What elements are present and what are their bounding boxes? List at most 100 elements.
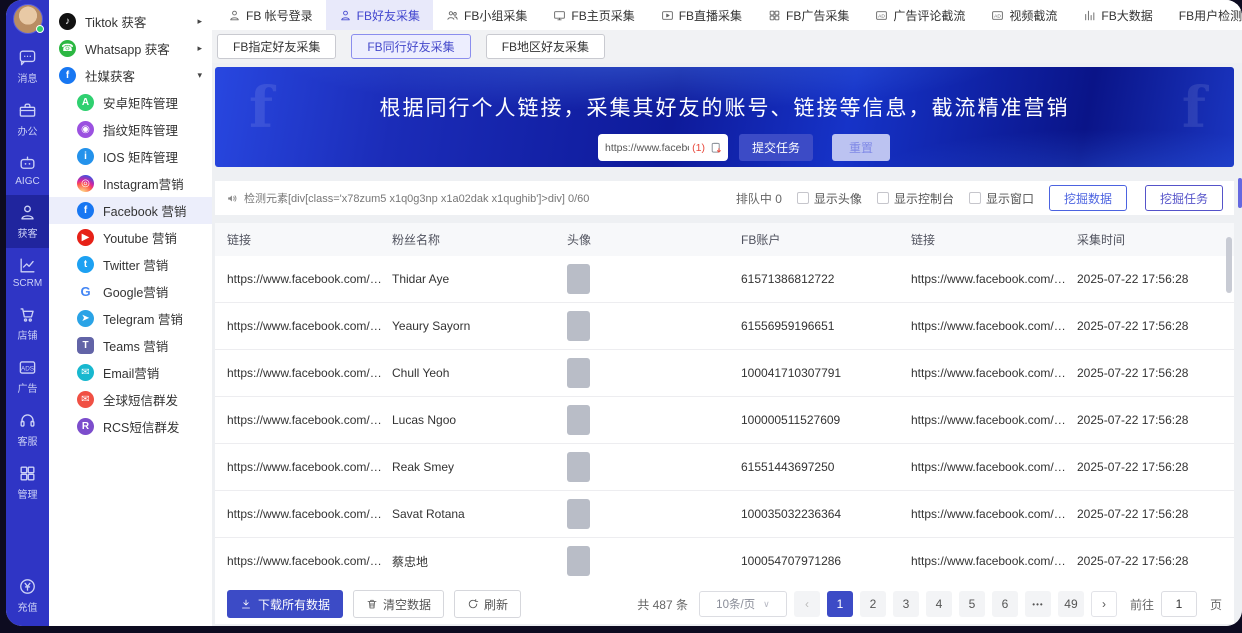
subtab-fb-specified-friend[interactable]: FB指定好友采集	[217, 34, 337, 59]
sidebar-item-teams[interactable]: T Teams 营销	[49, 332, 212, 359]
refresh-button[interactable]: 刷新	[454, 590, 522, 618]
cell-link2[interactable]: https://www.facebook.com/chull.yeoh	[911, 366, 1077, 380]
hero-banner: f f 根据同行个人链接，采集其好友的账号、链接等信息，截流精准营销 https…	[215, 67, 1234, 167]
paste-clipboard-icon[interactable]	[709, 141, 723, 155]
page-button-1[interactable]: 1	[826, 591, 853, 617]
tab-fb-friend-collect[interactable]: FB好友采集	[325, 0, 434, 30]
tab-fb-ads-collect[interactable]: FB广告采集	[755, 0, 862, 30]
page-button-5[interactable]: 5	[958, 591, 985, 617]
mine-data-button[interactable]: 挖掘数据	[1048, 185, 1127, 211]
page-size-select[interactable]: 10条/页 ∨	[698, 591, 787, 617]
show-window-checkbox[interactable]: 显示窗口	[968, 190, 1034, 207]
checkbox-icon[interactable]	[876, 192, 889, 204]
table-scrollbar-thumb[interactable]	[1226, 237, 1232, 293]
table-row[interactable]: https://www.facebook.com/profile.p... Lu…	[215, 397, 1234, 444]
sms-icon: ✉	[77, 391, 94, 408]
rail-item-manage[interactable]: 管理	[6, 456, 49, 509]
cell-link[interactable]: https://www.facebook.com/profile.p...	[227, 413, 392, 427]
cell-link2[interactable]: https://www.facebook.com/reak.sm...	[911, 460, 1077, 474]
table-row[interactable]: https://www.facebook.com/profile.p... Sa…	[215, 491, 1234, 538]
show-console-checkbox[interactable]: 显示控制台	[876, 190, 954, 207]
cell-link[interactable]: https://www.facebook.com/profile.p...	[227, 554, 392, 568]
rail-item-aigc[interactable]: AIGC	[6, 146, 49, 195]
sidebar-item-fingerprint-matrix[interactable]: ◉ 指纹矩阵管理	[49, 116, 212, 143]
sidebar-item-label: Youtube 营销	[103, 232, 177, 246]
sidebar-item-ios-matrix[interactable]: i IOS 矩阵管理	[49, 143, 212, 170]
subtab-fb-peer-friend[interactable]: FB同行好友采集	[351, 34, 471, 59]
tab-fb-big-data[interactable]: FB大数据	[1070, 0, 1165, 30]
checkbox-icon[interactable]	[796, 192, 809, 204]
sidebar-item-tiktok[interactable]: ♪ Tiktok 获客 ▸	[49, 8, 212, 35]
sidebar-item-global-sms[interactable]: ✉ 全球短信群发	[49, 386, 212, 413]
sidebar-item-google[interactable]: G Google营销	[49, 278, 212, 305]
sidebar-item-instagram[interactable]: ◎ Instagram营销	[49, 170, 212, 197]
refresh-label: 刷新	[484, 597, 509, 612]
chevron-down-icon: ∨	[763, 598, 770, 609]
avatar-placeholder	[567, 358, 590, 388]
rail-item-recharge[interactable]: 充值	[6, 569, 49, 626]
submit-task-button[interactable]: 提交任务	[739, 134, 814, 161]
cell-link2[interactable]: https://www.facebook.com/LucasN...	[911, 413, 1077, 427]
page-button-2[interactable]: 2	[859, 591, 886, 617]
prev-page-button[interactable]: ‹	[793, 591, 820, 617]
rail-item-messages[interactable]: 消息	[6, 40, 49, 93]
mine-task-button[interactable]: 挖掘任务	[1144, 185, 1223, 211]
cell-link2[interactable]: https://www.facebook.com/cai.zhon...	[911, 554, 1077, 568]
tab-label: FB好友采集	[356, 8, 421, 23]
clear-data-button[interactable]: 清空数据	[353, 590, 445, 618]
page-button-6[interactable]: 6	[991, 591, 1018, 617]
cell-link[interactable]: https://www.facebook.com/profile.p...	[227, 460, 392, 474]
tab-fb-live-collect[interactable]: FB直播采集	[648, 0, 755, 30]
table-row[interactable]: https://www.facebook.com/profile.p... Th…	[215, 256, 1234, 303]
accent-scrollbar-thumb[interactable]	[1238, 178, 1242, 208]
sidebar-item-twitter[interactable]: t Twitter 营销	[49, 251, 212, 278]
sidebar-item-android-matrix[interactable]: A 安卓矩阵管理	[49, 89, 212, 116]
page-button-49[interactable]: 49	[1057, 591, 1084, 617]
rail-item-shop[interactable]: 店铺	[6, 297, 49, 350]
page-button-3[interactable]: 3	[892, 591, 919, 617]
subtab-fb-region-friend[interactable]: FB地区好友采集	[485, 34, 606, 59]
sidebar-item-whatsapp[interactable]: ☎ Whatsapp 获客 ▸	[49, 35, 212, 62]
sidebar-item-youtube[interactable]: ▶ Youtube 营销	[49, 224, 212, 251]
cell-link[interactable]: https://www.facebook.com/profile.p...	[227, 272, 392, 286]
reset-button[interactable]: 重置	[832, 134, 891, 161]
tab-fb-user-active-check[interactable]: FB用户检测活跃	[1166, 0, 1242, 30]
col-header-link2: 链接	[911, 233, 936, 247]
show-avatar-checkbox[interactable]: 显示头像	[796, 190, 862, 207]
checkbox-icon[interactable]	[968, 192, 981, 204]
more-pages-button[interactable]: •••	[1024, 591, 1051, 617]
rail-item-support[interactable]: 客服	[6, 403, 49, 456]
tab-video-intercept[interactable]: 视频截流	[978, 0, 1070, 30]
cell-link2[interactable]: https://www.facebook.com/yeaury.s...	[911, 319, 1077, 333]
table-row[interactable]: https://www.facebook.com/profile.p... Ye…	[215, 303, 1234, 350]
tab-fb-page-collect[interactable]: FB主页采集	[540, 0, 647, 30]
table-row[interactable]: https://www.facebook.com/profile.p... Re…	[215, 444, 1234, 491]
user-avatar[interactable]	[12, 4, 44, 34]
cell-link2[interactable]: https://www.facebook.com/thidar.a...	[911, 272, 1077, 286]
cell-link[interactable]: https://www.facebook.com/profile.p...	[227, 319, 392, 333]
tab-fb-group-collect[interactable]: FB小组采集	[433, 0, 540, 30]
sidebar-item-facebook[interactable]: f Facebook 营销	[49, 197, 212, 224]
page-button-4[interactable]: 4	[925, 591, 952, 617]
rail-item-ads[interactable]: 广告	[6, 350, 49, 403]
download-all-button[interactable]: 下载所有数据	[227, 590, 344, 618]
tab-ad-comment-intercept[interactable]: 广告评论截流	[862, 0, 978, 30]
cell-link[interactable]: https://www.facebook.com/profile.p...	[227, 507, 392, 521]
tab-fb-account-login[interactable]: FB 帐号登录	[215, 0, 326, 30]
tab-label: 广告评论截流	[893, 8, 966, 23]
sidebar-item-email[interactable]: ✉ Email营销	[49, 359, 212, 386]
cell-link[interactable]: https://www.facebook.com/profile.p...	[227, 366, 392, 380]
table-row[interactable]: https://www.facebook.com/profile.p... 蔡忠…	[215, 538, 1234, 584]
profile-url-input[interactable]: https://www.faceboo... (1)	[598, 134, 728, 161]
table-row[interactable]: https://www.facebook.com/profile.p... Ch…	[215, 350, 1234, 397]
rail-item-lead-gen[interactable]: 获客	[6, 195, 49, 248]
cell-link2[interactable]: https://www.facebook.com/savat.ro...	[911, 507, 1077, 521]
sidebar-item-rcs-sms[interactable]: R RCS短信群发	[49, 413, 212, 440]
cell-fb-account: 100000511527609	[741, 413, 841, 427]
rail-item-office[interactable]: 办公	[6, 93, 49, 146]
rail-item-scrm[interactable]: SCRM	[6, 248, 49, 297]
sidebar-item-social-media[interactable]: f 社媒获客 ▾	[49, 62, 212, 89]
goto-page-input[interactable]: 1	[1160, 591, 1197, 617]
next-page-button[interactable]: ›	[1090, 591, 1117, 617]
sidebar-item-telegram[interactable]: ➤ Telegram 营销	[49, 305, 212, 332]
